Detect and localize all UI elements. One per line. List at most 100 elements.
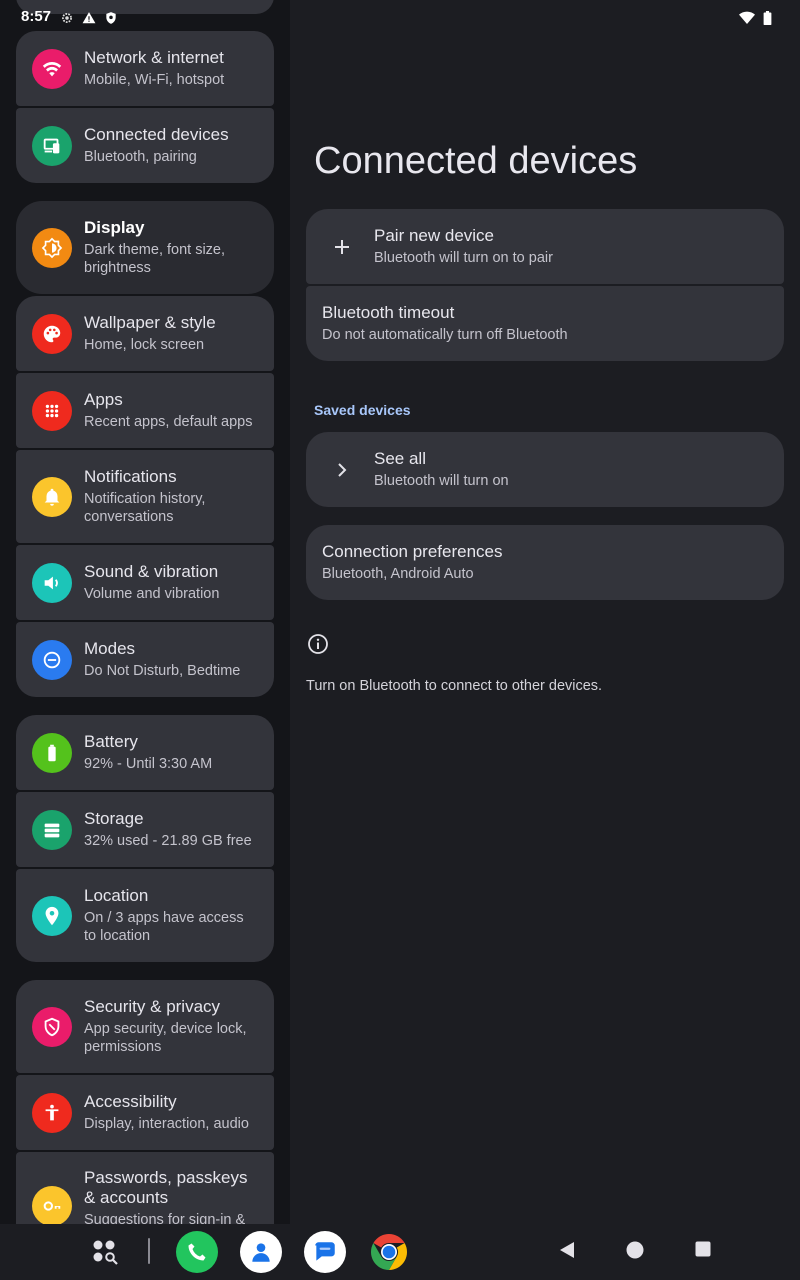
bluetooth-timeout-title: Bluetooth timeout bbox=[322, 303, 455, 322]
battery-status-icon bbox=[763, 11, 772, 25]
sidebar-item-title: Connected devices bbox=[84, 125, 229, 144]
back-button[interactable] bbox=[558, 1240, 576, 1260]
location-pin-icon bbox=[32, 895, 72, 936]
detail-pane: Connected devices Pair new device Blueto… bbox=[290, 0, 800, 1224]
sidebar-item-subtitle: Mobile, Wi‑Fi, hotspot bbox=[84, 72, 225, 88]
sidebar-item-network[interactable]: Network & internet Mobile, Wi‑Fi, hotspo… bbox=[16, 31, 274, 106]
battery-icon bbox=[32, 732, 72, 773]
connection-preferences-subtitle: Bluetooth, Android Auto bbox=[322, 566, 474, 582]
sidebar-item-accessibility[interactable]: Accessibility Display, interaction, audi… bbox=[16, 1075, 274, 1150]
sidebar-item-title: Modes bbox=[84, 639, 136, 658]
wifi-status-icon bbox=[739, 11, 755, 24]
sidebar-item-notifications[interactable]: Notifications Notification history, conv… bbox=[16, 450, 274, 543]
see-all-subtitle: Bluetooth will turn on bbox=[374, 473, 509, 489]
sidebar-item-title: Sound & vibration bbox=[84, 562, 219, 581]
sidebar-item-subtitle-line2: brightness bbox=[84, 260, 151, 276]
status-bar: 8:57 bbox=[0, 0, 800, 36]
plus-icon bbox=[335, 239, 349, 254]
brightness-icon bbox=[32, 227, 72, 268]
sidebar-item-subtitle: Notification history, bbox=[84, 491, 206, 507]
sidebar-item-title: Notifications bbox=[84, 467, 177, 486]
devices-icon bbox=[32, 125, 72, 166]
sidebar-item-title: Accessibility bbox=[84, 1092, 177, 1111]
settings-sidebar: Network & internet Mobile, Wi‑Fi, hotspo… bbox=[0, 0, 290, 1224]
sidebar-item-title: Display bbox=[84, 218, 145, 237]
sidebar-item-subtitle: On / 3 apps have access bbox=[84, 910, 244, 926]
chevron-right-icon bbox=[338, 462, 347, 477]
sidebar-item-title: Location bbox=[84, 886, 149, 905]
sidebar-item-subtitle: Bluetooth, pairing bbox=[84, 149, 197, 165]
warning-icon bbox=[82, 12, 96, 24]
connection-preferences-item[interactable]: Connection preferences Bluetooth, Androi… bbox=[306, 525, 784, 600]
pair-new-device-subtitle: Bluetooth will turn on to pair bbox=[374, 250, 553, 266]
accessibility-icon bbox=[32, 1092, 72, 1133]
sidebar-item-subtitle-line2: to location bbox=[84, 928, 151, 944]
sidebar-item-subtitle: Volume and vibration bbox=[84, 586, 220, 602]
dock-divider bbox=[148, 1238, 150, 1264]
messages-app-icon[interactable] bbox=[304, 1231, 346, 1273]
apps-search-icon bbox=[93, 1240, 118, 1265]
wifi-icon bbox=[32, 48, 72, 89]
sidebar-item-title: Wallpaper & style bbox=[84, 313, 216, 332]
do-not-disturb-icon bbox=[32, 639, 72, 680]
sidebar-item-title: Network & internet bbox=[84, 48, 224, 67]
contacts-icon bbox=[252, 1243, 270, 1262]
pair-new-device-item[interactable]: Pair new device Bluetooth will turn on t… bbox=[306, 209, 784, 284]
sidebar-item-title: Battery bbox=[84, 732, 138, 751]
status-time: 8:57 bbox=[21, 8, 52, 25]
settings-gear-icon bbox=[62, 13, 72, 23]
sidebar-item-subtitle: Home, lock screen bbox=[84, 337, 205, 353]
sidebar-item-passwords[interactable]: Passwords, passkeys & accounts Suggestio… bbox=[16, 1152, 274, 1224]
sidebar-item-subtitle-line2: conversations bbox=[84, 509, 174, 525]
sidebar-item-security[interactable]: Security & privacy App security, device … bbox=[16, 980, 274, 1073]
connection-preferences-title: Connection preferences bbox=[322, 542, 503, 561]
sidebar-item-title: Storage bbox=[84, 809, 144, 828]
sidebar-item-battery[interactable]: Battery 92% - Until 3:30 AM bbox=[16, 715, 274, 790]
sidebar-item-location[interactable]: Location On / 3 apps have access to loca… bbox=[16, 869, 274, 962]
sidebar-item-title: Security & privacy bbox=[84, 997, 221, 1016]
palette-icon bbox=[32, 313, 72, 354]
sidebar-item-storage[interactable]: Storage 32% used - 21.89 GB free bbox=[16, 792, 274, 867]
sidebar-item-subtitle: Display, interaction, audio bbox=[84, 1116, 249, 1132]
app-drawer-search-button[interactable] bbox=[84, 1231, 126, 1273]
messages-icon bbox=[315, 1242, 335, 1261]
sidebar-item-connected-devices[interactable]: Connected devices Bluetooth, pairing bbox=[16, 108, 274, 183]
sidebar-item-modes[interactable]: Modes Do Not Disturb, Bedtime bbox=[16, 622, 274, 697]
sidebar-item-subtitle: App security, device lock, bbox=[84, 1021, 247, 1037]
sidebar-item-apps[interactable]: Apps Recent apps, default apps bbox=[16, 373, 274, 448]
see-all-title: See all bbox=[374, 449, 426, 468]
sidebar-item-sound[interactable]: Sound & vibration Volume and vibration bbox=[16, 545, 274, 620]
sidebar-item-subtitle-line2: permissions bbox=[84, 1039, 162, 1055]
home-button[interactable] bbox=[625, 1240, 645, 1260]
sidebar-item-subtitle: 92% - Until 3:30 AM bbox=[84, 756, 213, 772]
sidebar-item-subtitle: Dark theme, font size, bbox=[84, 242, 226, 258]
sidebar-item-wallpaper[interactable]: Wallpaper & style Home, lock screen bbox=[16, 296, 274, 371]
chrome-app-icon[interactable] bbox=[368, 1231, 410, 1273]
sidebar-item-subtitle: Recent apps, default apps bbox=[84, 414, 253, 430]
shield-icon bbox=[32, 1006, 72, 1047]
recents-button[interactable] bbox=[694, 1240, 712, 1258]
bluetooth-timeout-item[interactable]: Bluetooth timeout Do not automatically t… bbox=[306, 286, 784, 361]
bluetooth-timeout-subtitle: Do not automatically turn off Bluetooth bbox=[322, 327, 568, 343]
page-title: Connected devices bbox=[314, 140, 638, 182]
sidebar-item-title-line2: & accounts bbox=[84, 1188, 169, 1207]
see-all-item[interactable]: See all Bluetooth will turn on bbox=[306, 432, 784, 507]
bell-icon bbox=[32, 476, 72, 517]
storage-icon bbox=[32, 809, 72, 850]
sidebar-item-subtitle: 32% used - 21.89 GB free bbox=[84, 833, 252, 849]
sidebar-item-display[interactable]: Display Dark theme, font size, brightnes… bbox=[16, 201, 274, 294]
bluetooth-info-text: Turn on Bluetooth to connect to other de… bbox=[306, 678, 603, 694]
chrome-icon bbox=[370, 1234, 408, 1270]
volume-icon bbox=[32, 562, 72, 603]
shield-status-icon bbox=[106, 12, 116, 24]
sidebar-item-title: Passwords, passkeys bbox=[84, 1168, 248, 1187]
key-icon bbox=[32, 1186, 72, 1224]
apps-grid-icon bbox=[32, 390, 72, 431]
sidebar-item-subtitle: Do Not Disturb, Bedtime bbox=[84, 663, 241, 679]
phone-app-icon[interactable] bbox=[176, 1231, 218, 1273]
contacts-app-icon[interactable] bbox=[240, 1231, 282, 1273]
sidebar-item-title: Apps bbox=[84, 390, 123, 409]
pair-new-device-title: Pair new device bbox=[374, 226, 495, 245]
navigation-bar bbox=[0, 1224, 800, 1280]
sidebar-item-subtitle: Suggestions for sign-in & bbox=[84, 1212, 246, 1224]
